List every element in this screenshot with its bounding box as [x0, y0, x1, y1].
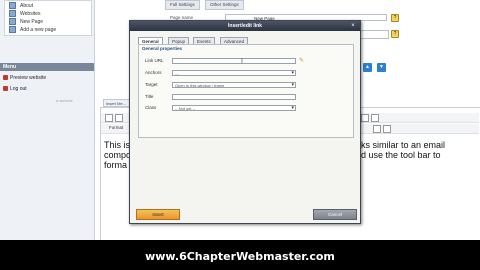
- link-url-input[interactable]: [172, 58, 296, 64]
- browse-icon[interactable]: ✎: [299, 58, 307, 64]
- insert-link-dialog: Insert/edit link × General Popup Events …: [129, 20, 361, 224]
- class-select[interactable]: -- Not set --: [172, 105, 296, 111]
- target-label: Target: [145, 82, 158, 87]
- close-icon[interactable]: ×: [350, 23, 356, 29]
- log-out-icon: [3, 86, 8, 92]
- italic-icon[interactable]: [373, 125, 381, 133]
- list-icon[interactable]: [383, 125, 391, 133]
- preview-icon: [3, 75, 8, 81]
- menu-heading: Menu: [0, 63, 94, 71]
- new-document-icon[interactable]: [115, 114, 123, 122]
- side-note: a website: [56, 98, 73, 103]
- log-out-link[interactable]: Log out: [3, 85, 27, 93]
- preview-website-link[interactable]: Preview website: [3, 74, 46, 82]
- move-up-button[interactable]: ▲: [363, 63, 372, 72]
- list-item[interactable]: About: [9, 2, 33, 9]
- save-icon[interactable]: [105, 114, 113, 122]
- sidebar: About Websites New Page Add a new page M…: [0, 0, 95, 240]
- help-icon[interactable]: ?: [391, 14, 399, 22]
- move-down-button[interactable]: ▼: [377, 63, 386, 72]
- title-input[interactable]: [172, 94, 296, 100]
- format-label: Format: [109, 125, 124, 130]
- tab-other-settings[interactable]: Other Settings: [205, 0, 244, 10]
- mouse-cursor-icon: I: [241, 58, 243, 65]
- add-page-icon: [9, 26, 16, 33]
- unlink-icon[interactable]: [371, 114, 379, 122]
- list-item[interactable]: Websites: [9, 10, 40, 17]
- anchors-select[interactable]: ---: [172, 70, 296, 76]
- tab-full-settings[interactable]: Full Settings: [165, 0, 200, 10]
- page-label: Websites: [20, 10, 41, 17]
- link-icon[interactable]: [361, 114, 369, 122]
- footer-url: www.6ChapterWebmaster.com: [145, 250, 335, 263]
- cancel-button[interactable]: Cancel: [313, 209, 357, 220]
- insert-button[interactable]: Insert: [136, 209, 180, 220]
- link-url-label: Link URL: [145, 58, 164, 63]
- list-item[interactable]: New Page: [9, 18, 43, 25]
- anchors-label: Anchors: [145, 70, 162, 75]
- page-icon: [9, 10, 16, 17]
- pages-list: About Websites New Page Add a new page: [4, 0, 92, 36]
- footer-bar: www.6ChapterWebmaster.com: [0, 240, 480, 270]
- target-select[interactable]: Open in this window / frame: [172, 82, 296, 88]
- page-label: New Page: [20, 18, 44, 25]
- title-label: Title: [145, 94, 154, 99]
- page-icon: [9, 2, 16, 9]
- page-label: Add a new page: [20, 26, 57, 33]
- general-properties-legend: General properties: [142, 46, 183, 51]
- dialog-title: Insert/edit link: [130, 21, 360, 31]
- help-icon[interactable]: ?: [391, 30, 399, 38]
- page-icon: [9, 18, 16, 25]
- editor-body-text-right: ks similar to an email d use the tool bar…: [361, 140, 446, 160]
- page-label: About: [20, 2, 34, 9]
- add-page-link[interactable]: Add a new page: [9, 26, 56, 33]
- menu-item-label: Preview website: [10, 75, 47, 81]
- menu-item-label: Log out: [10, 86, 27, 92]
- class-label: Class: [145, 105, 157, 110]
